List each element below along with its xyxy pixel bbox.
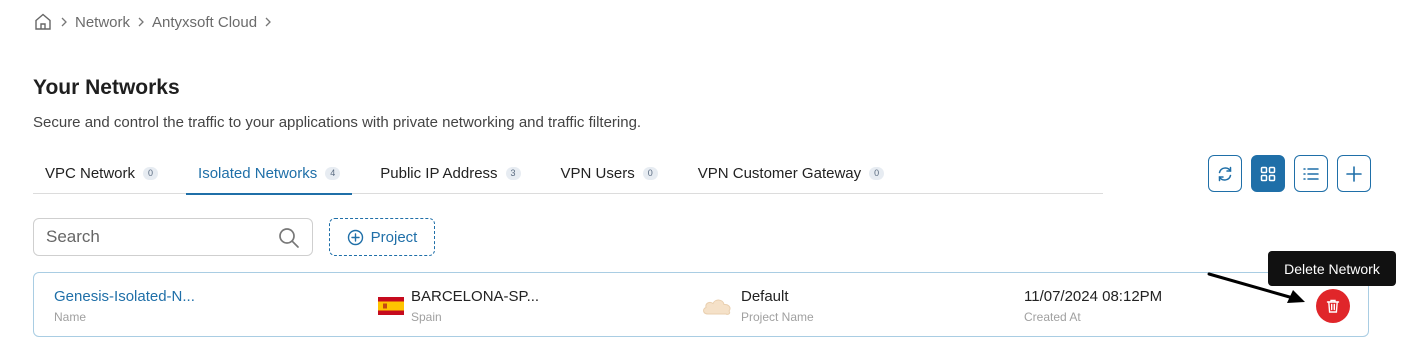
grid-view-button[interactable] (1251, 155, 1285, 192)
chevron-right-icon (60, 17, 68, 27)
network-location: BARCELONA-SP... (411, 288, 540, 305)
tab-count-badge: 0 (143, 166, 159, 180)
tab-bar: VPC Network 0 Isolated Networks 4 Public… (33, 152, 1103, 195)
network-created-at: 11/07/2024 08:12PM (1024, 288, 1163, 305)
refresh-button[interactable] (1208, 155, 1242, 192)
tab-label: Isolated Networks (198, 164, 318, 182)
plus-circle-icon (347, 229, 363, 245)
tab-count-badge: 0 (869, 166, 885, 180)
tab-public-ip-address[interactable]: Public IP Address 3 (368, 152, 532, 194)
network-country: Spain (411, 310, 442, 324)
tab-count-badge: 0 (642, 166, 658, 180)
page-title: Your Networks (33, 76, 180, 99)
breadcrumb: Network Antyxsoft Cloud (33, 12, 279, 32)
network-name-link[interactable]: Genesis-Isolated-N... (54, 288, 195, 305)
plus-icon (1346, 165, 1362, 182)
page-description: Secure and control the traffic to your a… (33, 114, 642, 131)
spain-flag-icon (378, 297, 404, 315)
network-project: Default (741, 288, 789, 305)
chevron-right-icon (264, 17, 272, 27)
project-filter-label: Project (370, 228, 418, 246)
list-view-icon (1303, 167, 1319, 180)
tab-label: VPN Customer Gateway (697, 164, 862, 182)
tab-count-badge: 4 (325, 166, 341, 180)
delete-network-button[interactable] (1316, 289, 1350, 323)
list-view-button[interactable] (1294, 155, 1328, 192)
tab-isolated-networks[interactable]: Isolated Networks 4 (186, 152, 353, 195)
breadcrumb-item-cloud[interactable]: Antyxsoft Cloud (152, 14, 257, 31)
grid-view-icon (1260, 166, 1276, 181)
tab-label: Public IP Address (380, 164, 498, 182)
tab-vpn-customer-gateway[interactable]: VPN Customer Gateway 0 (686, 152, 896, 194)
search-box (33, 218, 313, 256)
refresh-icon (1218, 166, 1232, 181)
add-network-button[interactable] (1337, 155, 1371, 192)
search-input[interactable] (46, 227, 271, 247)
tab-label: VPN Users (560, 164, 635, 182)
tab-label: VPC Network (45, 164, 136, 182)
project-filter-button[interactable]: Project (329, 218, 435, 256)
search-icon[interactable] (278, 227, 300, 254)
cloud-icon (703, 299, 731, 315)
network-created-caption: Created At (1024, 310, 1081, 324)
tab-count-badge: 3 (505, 166, 521, 180)
tab-vpc-network[interactable]: VPC Network 0 (33, 152, 170, 194)
network-project-cell: Default Project Name (741, 288, 814, 324)
network-name-cell: Genesis-Isolated-N... Name (54, 288, 195, 324)
network-created-cell: 11/07/2024 08:12PM Created At (1024, 288, 1162, 324)
breadcrumb-item-network[interactable]: Network (75, 14, 130, 31)
network-card[interactable]: Genesis-Isolated-N... Name BARCELONA-SP.… (33, 272, 1369, 337)
trash-icon (1326, 299, 1340, 313)
annotation-arrow-icon (1207, 272, 1305, 303)
home-icon[interactable] (33, 12, 53, 32)
network-location-cell: BARCELONA-SP... Spain (411, 288, 539, 324)
tab-vpn-users[interactable]: VPN Users 0 (549, 152, 670, 194)
chevron-right-icon (137, 17, 145, 27)
network-name-caption: Name (54, 310, 87, 324)
view-toolbar (1208, 155, 1371, 192)
network-project-caption: Project Name (741, 310, 814, 324)
